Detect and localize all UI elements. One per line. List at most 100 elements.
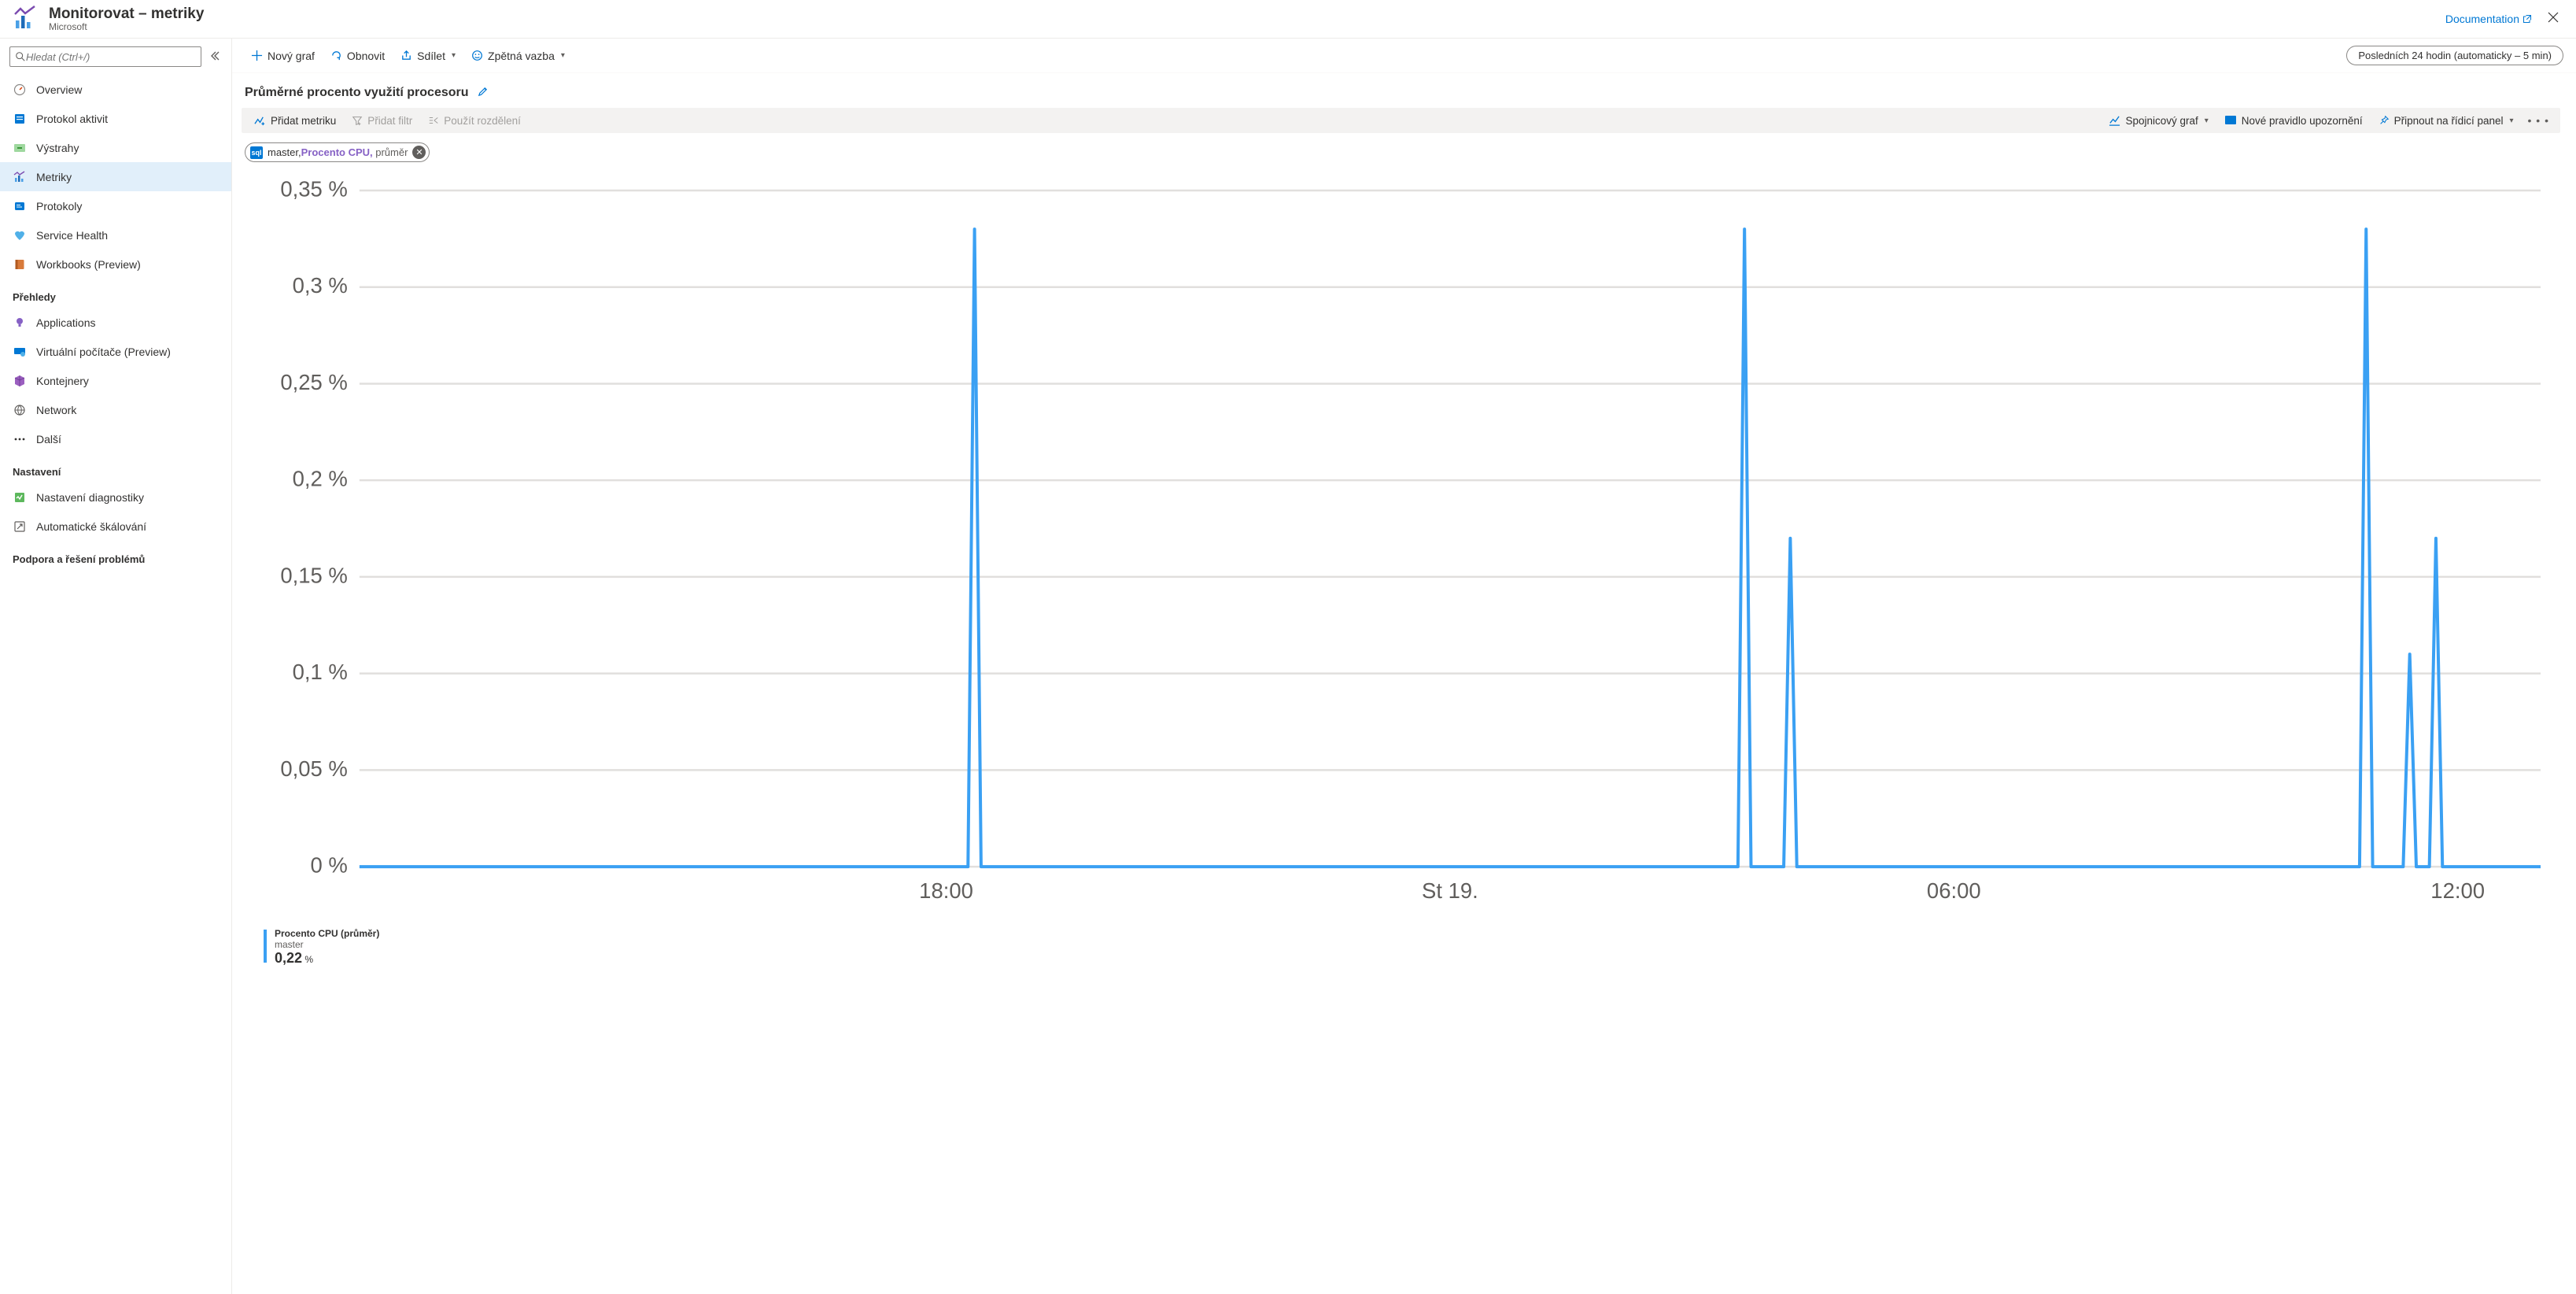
refresh-icon <box>330 50 342 61</box>
chart-type-selector[interactable]: Spojnicový graf ▾ <box>2102 112 2214 130</box>
chevron-down-icon: ▾ <box>2509 116 2513 125</box>
title-block: Monitorovat – metriky Microsoft <box>49 6 204 32</box>
pin-dashboard-button[interactable]: Připnout na řídicí panel ▾ <box>2372 112 2520 130</box>
sidebar-section-insights: Přehledy <box>0 279 231 308</box>
sidebar: Overview Protokol aktivit Výstrahy Metri… <box>0 39 232 1294</box>
containers-icon <box>13 374 27 388</box>
chart-toolbar: Přidat metriku Přidat filtr Použít rozdě… <box>242 108 2560 133</box>
sidebar-item-label: Protokol aktivit <box>36 113 108 125</box>
network-icon <box>13 403 27 417</box>
workbook-icon <box>13 257 27 272</box>
app-metrics-icon <box>11 5 39 33</box>
new-alert-rule-button[interactable]: Nové pravidlo upozornění <box>2218 112 2369 130</box>
sidebar-item-autoscale[interactable]: Automatické škálování <box>0 512 231 541</box>
more-icon <box>13 432 27 446</box>
page-title: Monitorovat – metriky <box>49 6 204 23</box>
legend-source: master <box>275 939 379 950</box>
sidebar-item-workbooks[interactable]: Workbooks (Preview) <box>0 250 231 279</box>
sidebar-item-more[interactable]: Další <box>0 424 231 453</box>
remove-metric-button[interactable]: ✕ <box>412 146 426 159</box>
time-range-selector[interactable]: Posledních 24 hodin (automaticky – 5 min… <box>2346 46 2563 65</box>
sidebar-item-label: Automatické škálování <box>36 520 146 533</box>
logs-icon <box>13 199 27 213</box>
sidebar-item-metrics[interactable]: Metriky <box>0 162 231 191</box>
legend-unit: % <box>302 954 313 965</box>
refresh-button[interactable]: Obnovit <box>324 46 391 65</box>
collapse-sidebar-button[interactable] <box>208 49 222 65</box>
sidebar-item-label: Overview <box>36 83 82 96</box>
add-metric-button[interactable]: Přidat metriku <box>248 112 342 130</box>
chevron-down-icon: ▾ <box>561 51 565 60</box>
sidebar-item-network[interactable]: Network <box>0 395 231 424</box>
command-bar: Nový graf Obnovit Sdílet ▾ Zpětná vazba … <box>232 39 2576 73</box>
pin-icon <box>2379 115 2390 126</box>
svg-text:0,2 %: 0,2 % <box>293 467 348 491</box>
bulb-icon <box>13 316 27 330</box>
metrics-icon <box>13 170 27 184</box>
search-icon <box>15 51 26 62</box>
alert-rule-icon <box>2224 115 2237 126</box>
svg-text:0 %: 0 % <box>311 853 348 878</box>
search-input[interactable] <box>26 51 196 63</box>
legend-metric-name: Procento CPU (průměr) <box>275 928 379 939</box>
chevron-down-icon: ▾ <box>452 51 456 60</box>
metric-pill[interactable]: sql master,Procento CPU, průměr ✕ <box>245 142 430 162</box>
heart-icon <box>13 228 27 242</box>
svg-text:0,1 %: 0,1 % <box>293 660 348 684</box>
header-bar: Monitorovat – metriky Microsoft Document… <box>0 0 2576 39</box>
smiley-icon <box>471 50 483 61</box>
legend-color-bar <box>264 930 267 963</box>
documentation-link[interactable]: Documentation <box>2445 13 2532 25</box>
svg-text:0,25 %: 0,25 % <box>280 370 348 394</box>
sidebar-item-label: Network <box>36 404 76 416</box>
sql-db-icon: sql <box>250 146 263 159</box>
svg-text:0,15 %: 0,15 % <box>280 563 348 587</box>
alerts-icon <box>13 141 27 155</box>
svg-text:12:00: 12:00 <box>2430 878 2485 903</box>
sidebar-item-label: Service Health <box>36 229 108 242</box>
apply-split-button[interactable]: Použít rozdělení <box>422 112 527 130</box>
add-metric-icon <box>254 115 266 127</box>
sidebar-item-alerts[interactable]: Výstrahy <box>0 133 231 162</box>
close-button[interactable] <box>2545 9 2562 30</box>
sidebar-item-containers[interactable]: Kontejnery <box>0 366 231 395</box>
autoscale-icon <box>13 519 27 534</box>
sidebar-item-label: Kontejnery <box>36 375 89 387</box>
metric-pill-name: Procento CPU, <box>301 146 373 158</box>
metric-pill-db: master, <box>268 146 301 158</box>
diagnostics-icon <box>13 490 27 505</box>
external-link-icon <box>2522 14 2532 24</box>
add-filter-button[interactable]: Přidat filtr <box>345 112 419 130</box>
sidebar-item-logs[interactable]: Protokoly <box>0 191 231 220</box>
sidebar-item-applications[interactable]: Applications <box>0 308 231 337</box>
chart-legend: Procento CPU (průměr) master 0,22 % <box>242 928 2560 967</box>
search-input-wrapper[interactable] <box>9 46 201 67</box>
log-icon <box>13 112 27 126</box>
svg-text:18:00: 18:00 <box>919 878 973 903</box>
sidebar-item-diagnostics[interactable]: Nastavení diagnostiky <box>0 482 231 512</box>
sidebar-item-overview[interactable]: Overview <box>0 75 231 104</box>
svg-text:0,3 %: 0,3 % <box>293 273 348 298</box>
metric-pill-agg: průměr <box>373 146 408 158</box>
new-chart-button[interactable]: Nový graf <box>245 46 321 65</box>
sidebar-item-service-health[interactable]: Service Health <box>0 220 231 250</box>
vm-icon <box>13 345 27 359</box>
share-button[interactable]: Sdílet ▾ <box>394 46 462 65</box>
line-chart-icon <box>2109 115 2120 127</box>
chart-canvas: 0 % 0,05 % 0,1 % 0,15 % 0,2 % 0,25 % 0,3 % 0,35… <box>242 175 2560 922</box>
sidebar-item-label: Protokoly <box>36 200 82 213</box>
page-subtitle: Microsoft <box>49 21 204 32</box>
feedback-button[interactable]: Zpětná vazba ▾ <box>465 46 571 65</box>
sidebar-item-label: Další <box>36 433 61 446</box>
edit-title-button[interactable] <box>477 86 489 100</box>
more-options-button[interactable]: • • • <box>2523 111 2554 130</box>
sidebar-section-settings: Nastavení <box>0 453 231 482</box>
plus-icon <box>251 50 263 61</box>
svg-text:0,35 %: 0,35 % <box>280 176 348 201</box>
sidebar-item-vms[interactable]: Virtuální počítače (Preview) <box>0 337 231 366</box>
sidebar-item-activity-log[interactable]: Protokol aktivit <box>0 104 231 133</box>
sidebar-item-label: Výstrahy <box>36 142 79 154</box>
sidebar-section-support: Podpora a řešení problémů <box>0 541 231 570</box>
svg-text:06:00: 06:00 <box>1927 878 1981 903</box>
svg-text:0,05 %: 0,05 % <box>280 756 348 781</box>
